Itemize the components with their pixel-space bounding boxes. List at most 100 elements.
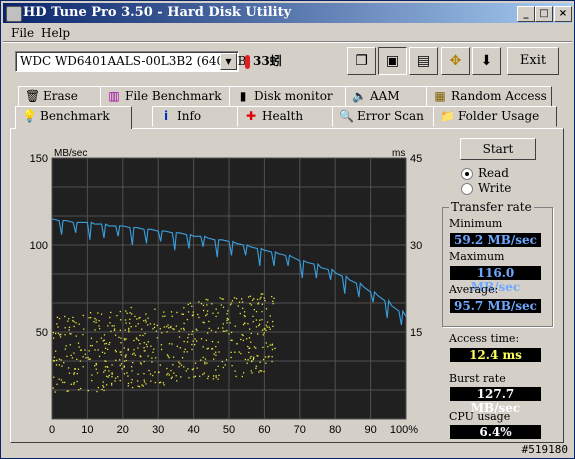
- access-time-point: [103, 334, 106, 336]
- access-time-point: [152, 328, 154, 330]
- access-time-point: [202, 373, 204, 376]
- menu-file[interactable]: File: [11, 26, 34, 40]
- access-time-point: [218, 351, 220, 353]
- read-radio-dot[interactable]: [461, 167, 473, 180]
- access-time-point: [108, 370, 110, 372]
- tab-random-access[interactable]: ▦ Random Access: [426, 86, 552, 107]
- app-window: HD Tune Pro 3.50 - Hard Disk Utility _ □…: [0, 0, 575, 459]
- access-time-point: [87, 390, 89, 392]
- access-time-point: [204, 361, 206, 363]
- access-time-point: [73, 352, 75, 354]
- access-time-point: [231, 339, 233, 342]
- access-time-point: [144, 350, 146, 352]
- access-time-point: [213, 358, 215, 360]
- drive-select[interactable]: WDC WD6401AALS-00L3B2 (640 GB) ▼: [15, 51, 251, 72]
- minimum-value: 59.2 MB/sec: [450, 233, 541, 247]
- access-time-point: [215, 369, 217, 371]
- access-time-point: [142, 334, 144, 337]
- access-time-point: [131, 353, 134, 355]
- access-time-point: [139, 343, 141, 345]
- access-time-point: [145, 321, 147, 323]
- access-time-point: [244, 358, 247, 361]
- access-time-point: [52, 331, 54, 334]
- access-time-point: [132, 386, 134, 389]
- access-time-point: [62, 381, 64, 384]
- access-time-point: [238, 351, 240, 353]
- access-time-point: [107, 325, 109, 327]
- write-radio[interactable]: Write: [461, 181, 511, 195]
- access-time-point: [145, 383, 147, 385]
- minimize-button[interactable]: _: [517, 6, 535, 22]
- chevron-down-icon[interactable]: ▼: [220, 53, 237, 70]
- access-time-point: [90, 317, 92, 319]
- tab-folder-usage[interactable]: 📁 Folder Usage: [433, 106, 557, 127]
- access-time-point: [271, 343, 274, 345]
- exit-button[interactable]: Exit: [507, 47, 559, 75]
- access-time-point: [53, 356, 56, 358]
- copy-text-button[interactable]: ❐: [347, 47, 376, 75]
- access-time-point: [111, 376, 113, 378]
- access-time-point: [234, 351, 236, 353]
- access-time-point: [69, 344, 71, 346]
- tab-info[interactable]: i Info: [152, 106, 239, 127]
- close-button[interactable]: ×: [554, 6, 572, 22]
- access-time-point: [104, 369, 106, 372]
- access-time-point: [73, 372, 76, 374]
- x-tick-label: 70: [294, 424, 306, 435]
- access-time-point: [170, 311, 173, 313]
- tab-benchmark[interactable]: 💡 Benchmark: [15, 106, 132, 129]
- copy-screenshot-button[interactable]: ▣: [378, 47, 407, 75]
- access-time-point: [178, 366, 180, 368]
- access-time-point: [213, 353, 215, 355]
- access-time-point: [108, 374, 110, 377]
- tab-disk-monitor[interactable]: ▮ Disk monitor: [229, 86, 347, 107]
- access-time-point: [208, 327, 210, 330]
- read-radio[interactable]: Read: [461, 166, 509, 180]
- menu-help[interactable]: Help: [41, 26, 70, 40]
- access-time-point: [189, 302, 191, 304]
- access-time-point: [215, 345, 217, 348]
- access-time-point: [130, 366, 133, 368]
- access-time-point: [250, 341, 252, 343]
- write-radio-dot[interactable]: [461, 182, 473, 195]
- access-time-point: [243, 314, 246, 317]
- tab-file-benchmark[interactable]: ▥ File Benchmark: [100, 86, 231, 107]
- maximize-button[interactable]: □: [535, 6, 553, 22]
- access-time-point: [253, 346, 256, 348]
- access-time-point: [114, 377, 117, 379]
- access-time-point: [68, 329, 70, 331]
- access-time-point: [212, 378, 215, 380]
- access-time-point: [127, 382, 130, 385]
- download-button[interactable]: ⬇: [472, 47, 501, 75]
- tab-health[interactable]: ✚ Health: [237, 106, 334, 127]
- access-time-point: [187, 368, 189, 370]
- tab-aam[interactable]: 🔈 AAM: [345, 86, 428, 107]
- access-time-point: [56, 316, 59, 318]
- access-time-point: [80, 387, 82, 390]
- access-time-point: [183, 307, 185, 309]
- access-time-point: [167, 324, 169, 326]
- access-time-point: [163, 384, 165, 386]
- access-time-point: [110, 384, 113, 386]
- access-time-point: [153, 348, 155, 350]
- access-time-point: [145, 343, 148, 346]
- access-time-point: [110, 311, 112, 314]
- access-time-point: [95, 319, 97, 321]
- tab-erase[interactable]: 🗑 Erase: [18, 86, 102, 107]
- start-button[interactable]: Start: [460, 138, 536, 160]
- access-time-point: [215, 376, 217, 379]
- access-time-point: [222, 306, 225, 308]
- options-button[interactable]: ✥: [441, 47, 470, 75]
- x-tick-label: 90: [364, 424, 376, 435]
- save-button[interactable]: ▤: [409, 47, 438, 75]
- tab-error-scan[interactable]: 🔍 Error Scan: [332, 106, 435, 127]
- access-time-point: [187, 303, 189, 306]
- minimum-label: Minimum: [449, 217, 503, 230]
- watermark-id: #519180: [521, 443, 568, 456]
- y-right-tick-label: 30: [410, 240, 422, 252]
- access-time-point: [260, 293, 262, 295]
- access-time-point: [166, 331, 168, 333]
- access-time-point: [269, 315, 271, 317]
- access-time-point: [154, 371, 156, 373]
- left-unit-label: MB/sec: [54, 148, 87, 159]
